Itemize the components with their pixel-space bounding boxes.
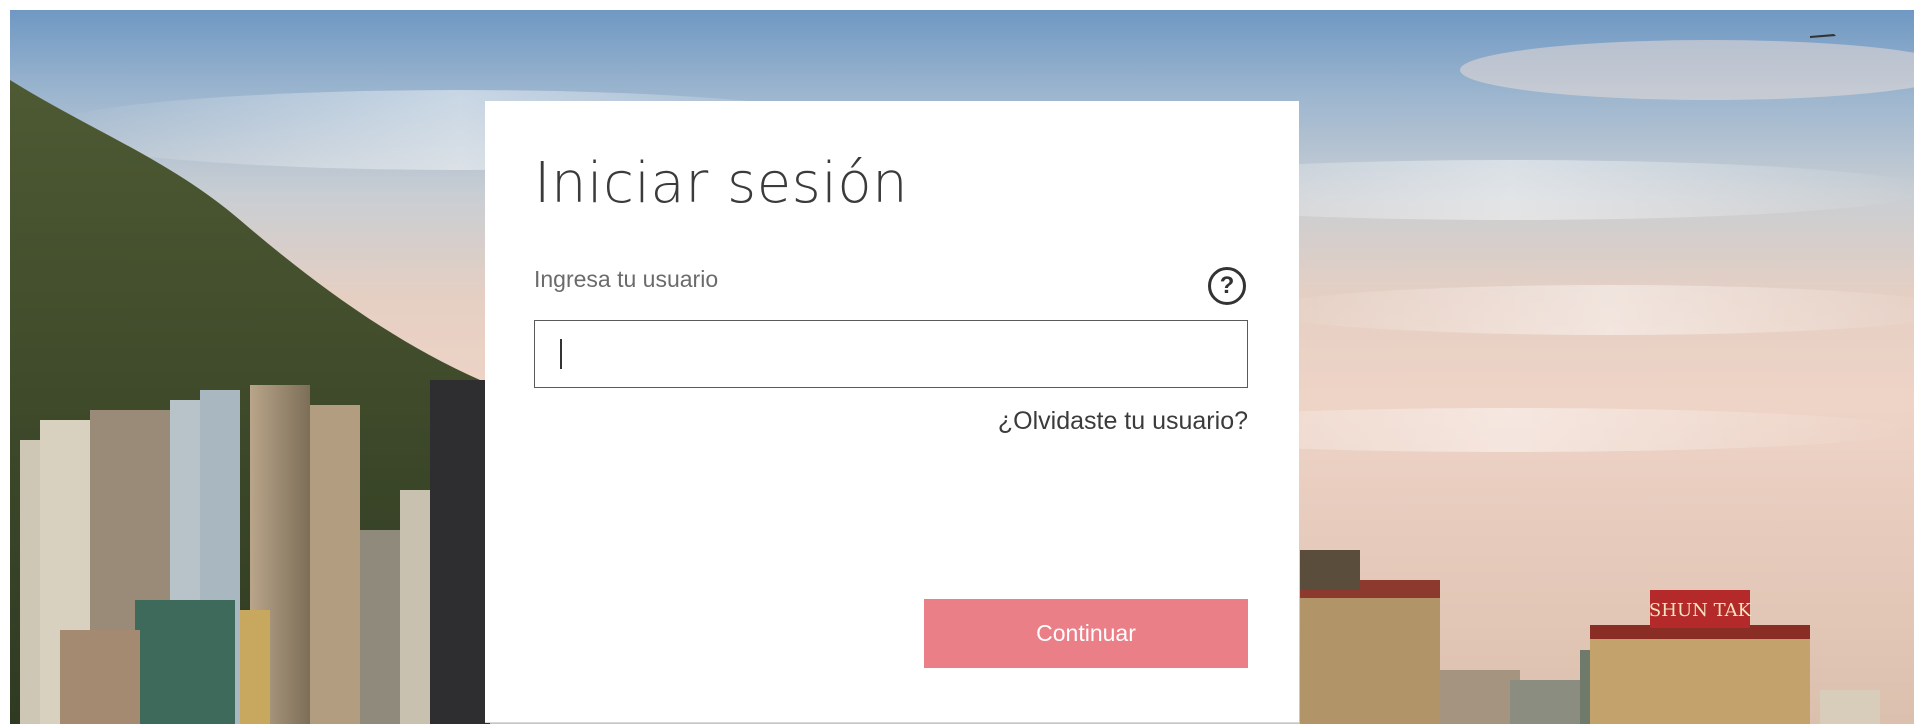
question-circle-icon[interactable]: ? [1208, 267, 1246, 305]
continue-button[interactable]: Continuar [924, 599, 1248, 668]
page-title: Iniciar sesión [534, 151, 909, 216]
login-card: Iniciar sesión Ingresa tu usuario ? ¿Olv… [485, 101, 1299, 723]
text-caret [560, 339, 562, 369]
forgot-username-link[interactable]: ¿Olvidaste tu usuario? [998, 407, 1248, 436]
username-input[interactable] [534, 320, 1248, 388]
username-label: Ingresa tu usuario [534, 266, 719, 292]
shun-tak-sign: SHUN TAK [1649, 600, 1752, 621]
